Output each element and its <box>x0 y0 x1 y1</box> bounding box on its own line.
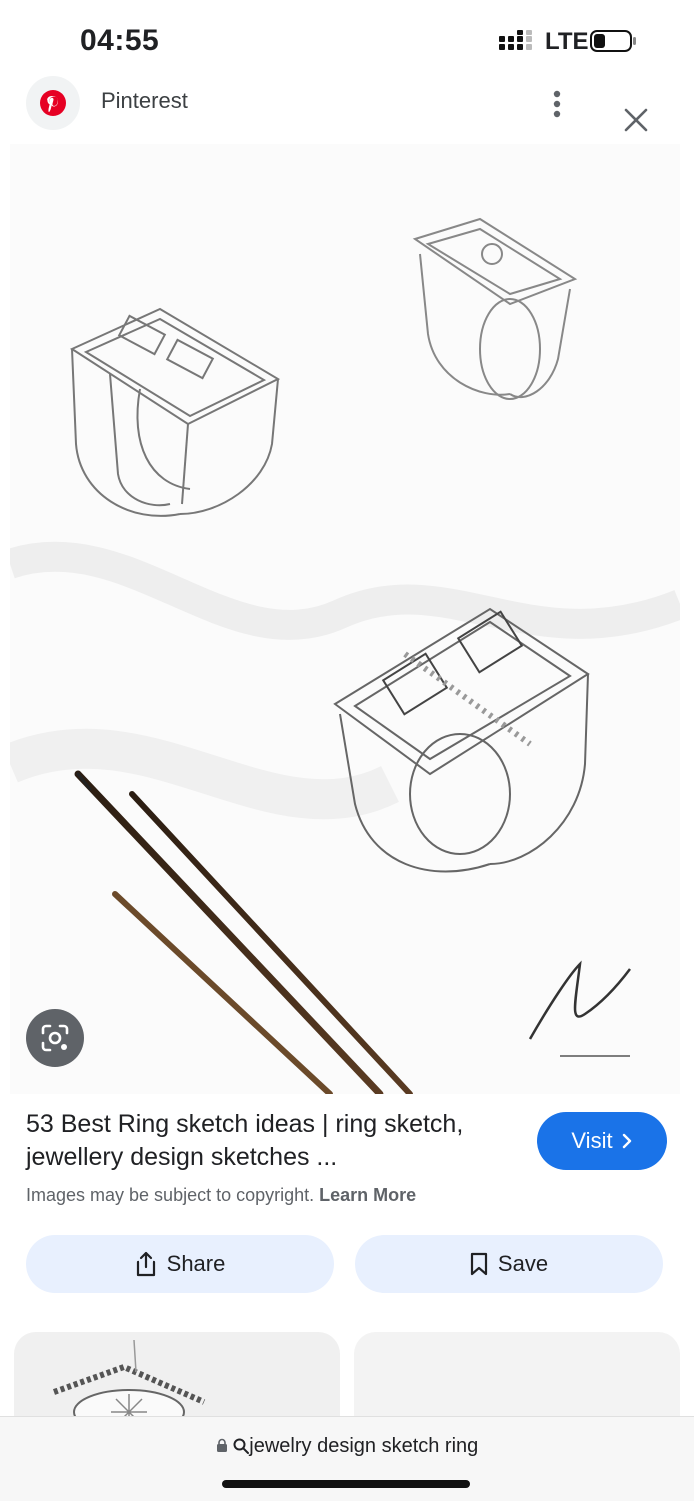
lens-icon <box>41 1024 69 1052</box>
url-text-row: jewelry design sketch ring <box>0 1435 694 1458</box>
status-time: 04:55 <box>80 24 160 57</box>
related-image-card[interactable] <box>14 1332 340 1422</box>
lock-icon <box>216 1438 227 1452</box>
ring-sketch-image[interactable] <box>10 144 680 1094</box>
copyright-notice: Images may be subject to copyright. Lear… <box>26 1185 416 1206</box>
result-title[interactable]: 53 Best Ring sketch ideas | ring sketch,… <box>26 1108 516 1174</box>
learn-more-link[interactable]: Learn More <box>319 1185 416 1205</box>
network-type: LTE <box>545 28 589 55</box>
save-label: Save <box>497 1251 549 1276</box>
sketch-drawing <box>10 217 680 1094</box>
related-image-card[interactable] <box>354 1332 680 1422</box>
artist-signature <box>528 960 631 1040</box>
source-header: Pinterest <box>0 70 694 144</box>
search-query: jewelry design sketch ring <box>249 1435 479 1457</box>
related-ring-thumbnail <box>52 1339 206 1422</box>
save-button[interactable]: Save <box>355 1235 663 1293</box>
source-name[interactable]: Pinterest <box>101 88 188 114</box>
ring-sketch-1 <box>69 307 281 517</box>
visit-label: Visit <box>571 1128 613 1153</box>
chevron-right-icon <box>622 1133 631 1149</box>
ring-sketch-3 <box>333 607 590 873</box>
more-vert-icon[interactable] <box>540 84 574 124</box>
ring-sketch-2 <box>412 217 578 400</box>
close-icon[interactable] <box>616 100 656 140</box>
url-bar[interactable]: jewelry design sketch ring <box>0 1416 694 1501</box>
share-icon <box>136 1251 155 1277</box>
google-lens-button[interactable] <box>26 1009 84 1067</box>
visit-button[interactable]: Visit <box>537 1112 667 1170</box>
share-button[interactable]: Share <box>26 1235 334 1293</box>
home-indicator[interactable] <box>222 1480 470 1488</box>
status-bar: 04:55 LTE <box>0 0 694 80</box>
pencils <box>74 770 413 1094</box>
search-icon <box>233 1438 250 1454</box>
share-label: Share <box>166 1251 226 1276</box>
signal-icon <box>499 30 532 50</box>
copyright-text: Images may be subject to copyright. <box>26 1185 315 1205</box>
pinterest-logo[interactable] <box>26 76 80 130</box>
battery-icon <box>590 30 636 52</box>
bookmark-icon <box>470 1252 488 1276</box>
pinterest-p-icon <box>40 90 66 116</box>
